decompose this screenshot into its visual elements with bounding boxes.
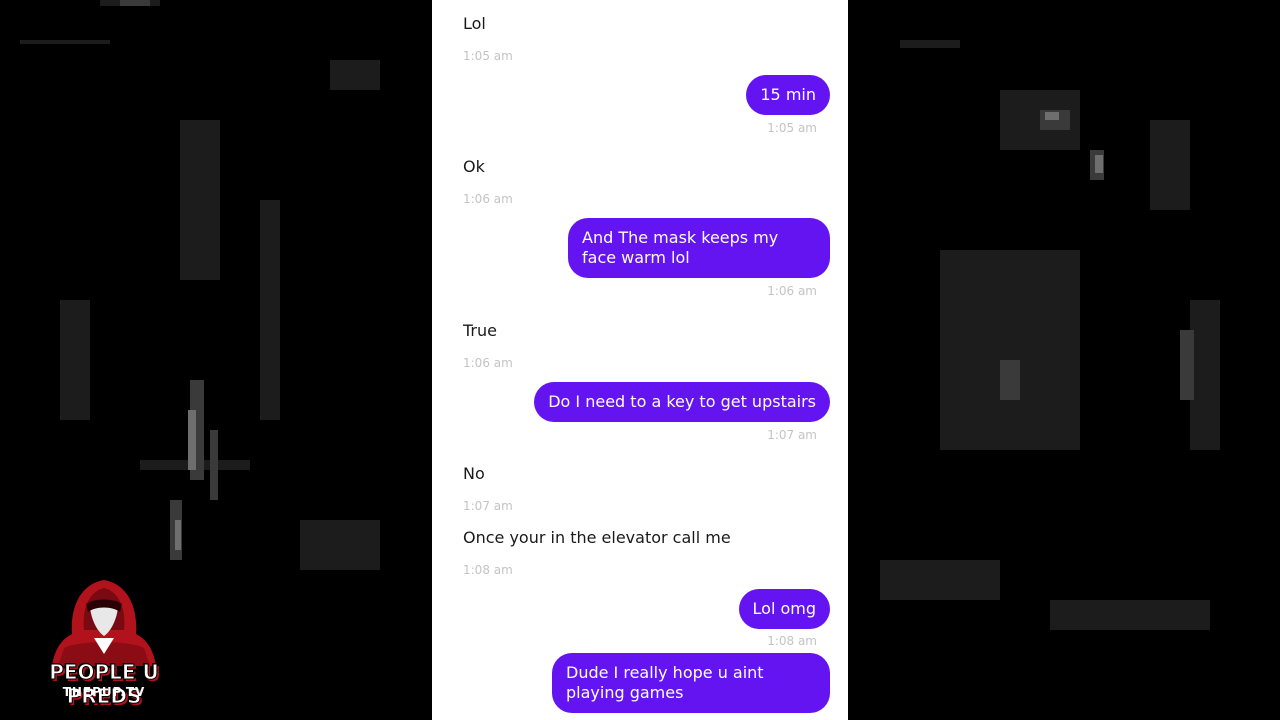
message-timestamp: 1:08 am xyxy=(463,563,513,577)
message-timestamp: 1:07 am xyxy=(767,428,817,442)
message-timestamp: 1:08 am xyxy=(767,634,817,648)
outgoing-message-bubble[interactable]: 15 min xyxy=(746,75,830,115)
outgoing-message-bubble[interactable]: And The mask keeps my face warm lol xyxy=(568,218,830,278)
message-timestamp: 1:07 am xyxy=(463,499,513,513)
outgoing-message-bubble[interactable]: Dude I really hope u aint playing games xyxy=(552,653,830,713)
logo-title: PEOPLE U PREDS xyxy=(49,660,160,709)
incoming-message: Lol xyxy=(463,14,486,33)
message-timestamp: 1:06 am xyxy=(767,284,817,298)
incoming-message: No xyxy=(463,464,485,483)
hooded-figure-icon xyxy=(52,580,156,666)
video-frame: Lol 1:05 am 15 min 1:05 am Ok 1:06 am An… xyxy=(0,0,1280,720)
incoming-message: Ok xyxy=(463,157,485,176)
outgoing-message-bubble[interactable]: Do I need to a key to get upstairs xyxy=(534,382,830,422)
logo-subtitle: THEPUP.TV xyxy=(62,685,146,699)
message-timestamp: 1:05 am xyxy=(463,49,513,63)
incoming-message: True xyxy=(463,321,497,340)
message-timestamp: 1:06 am xyxy=(463,192,513,206)
outgoing-message-bubble[interactable]: Lol omg xyxy=(738,589,830,629)
chat-screen: Lol 1:05 am 15 min 1:05 am Ok 1:06 am An… xyxy=(432,0,848,720)
message-timestamp: 1:06 am xyxy=(463,356,513,370)
message-timestamp: 1:05 am xyxy=(767,121,817,135)
incoming-message: Once your in the elevator call me xyxy=(463,528,731,547)
channel-logo: PEOPLE U PREDS THEPUP.TV xyxy=(20,578,188,709)
